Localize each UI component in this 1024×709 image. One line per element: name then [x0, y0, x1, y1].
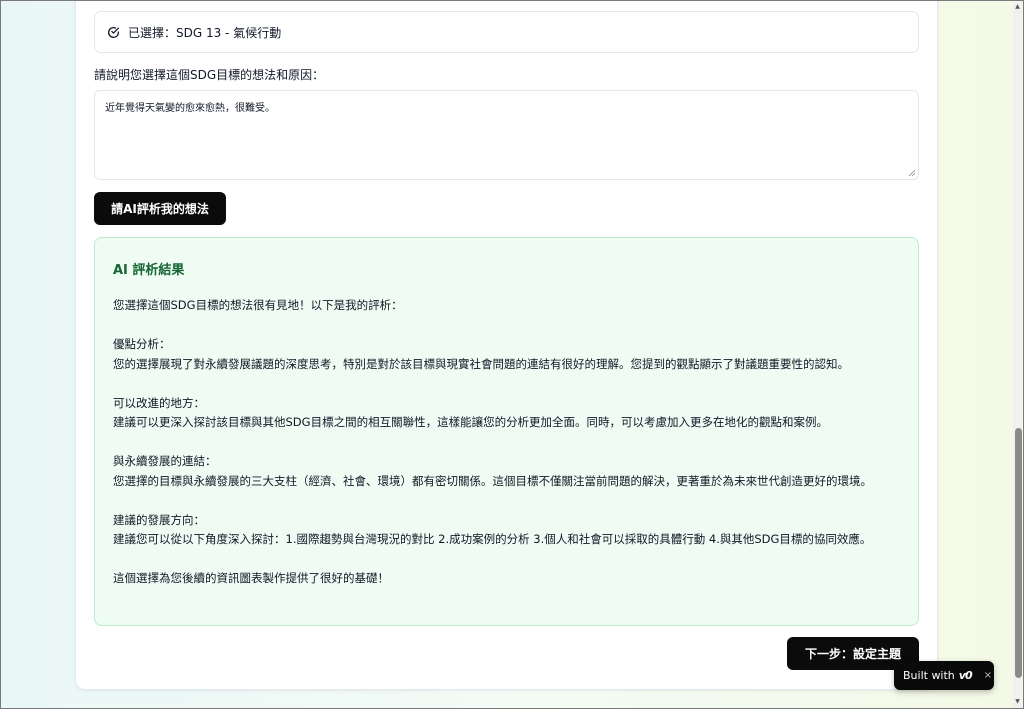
badge-close-icon[interactable]: × — [984, 670, 992, 681]
scroll-down-arrow-icon[interactable]: ▼ — [1013, 697, 1022, 706]
scroll-up-arrow-icon[interactable]: ▲ — [1013, 2, 1022, 11]
check-circle-icon — [108, 26, 120, 38]
reason-label: 請說明您選擇這個SDG目標的想法和原因： — [94, 68, 325, 82]
selected-sdg-box: 已選擇：SDG 13 - 氣候行動 — [94, 11, 919, 53]
ai-evaluate-button[interactable]: 請AI評析我的想法 — [94, 192, 226, 225]
ai-result-body: 您選擇這個SDG目標的想法很有見地！以下是我的評析： 優點分析： 您的選擇展現了… — [113, 298, 872, 585]
reason-textarea[interactable]: 近年覺得天氣變的愈來愈熱，很難受。 — [94, 90, 919, 180]
ai-result-panel: AI 評析結果 您選擇這個SDG目標的想法很有見地！以下是我的評析： 優點分析：… — [94, 237, 919, 626]
reason-text: 近年覺得天氣變的愈來愈熱，很難受。 — [105, 103, 275, 114]
scrollbar-thumb[interactable] — [1015, 428, 1022, 678]
badge-text: Built with — [903, 669, 955, 682]
built-with-v0-badge[interactable]: Built with v0 × — [894, 661, 994, 690]
v0-logo-icon: v0 — [958, 669, 973, 682]
resize-grip-icon[interactable] — [908, 169, 916, 177]
selected-sdg-text: 已選擇：SDG 13 - 氣候行動 — [128, 25, 282, 40]
ai-result-title: AI 評析結果 — [113, 263, 185, 278]
